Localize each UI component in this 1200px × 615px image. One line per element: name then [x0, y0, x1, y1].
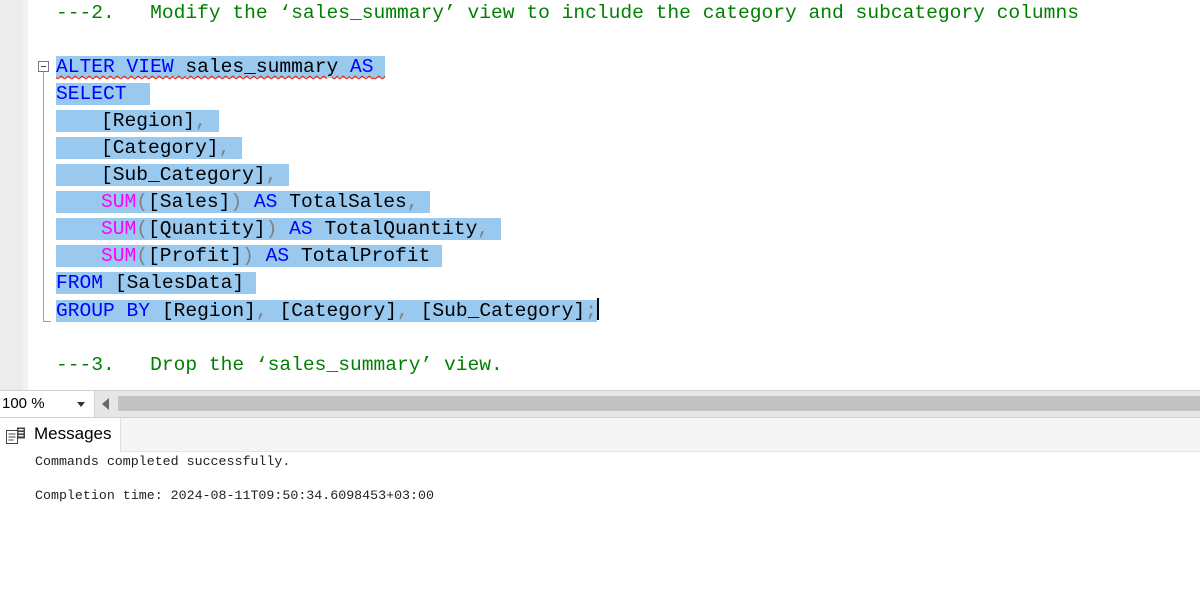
- column-subcategory: [Sub_Category]: [101, 164, 266, 186]
- profit-argument: [Profit]: [148, 245, 243, 267]
- code-line-alter-view: ALTER VIEW sales_summary AS: [56, 55, 386, 80]
- tab-messages[interactable]: Messages: [0, 418, 121, 452]
- collapse-toggle-icon[interactable]: [38, 61, 49, 72]
- chevron-down-icon[interactable]: [77, 402, 85, 407]
- column-region: [Region]: [101, 110, 196, 132]
- code-line-category: [Category],: [56, 136, 243, 161]
- messages-icon: [6, 427, 25, 444]
- table-name: [SalesData]: [114, 272, 245, 294]
- zoom-level: 100 %: [2, 395, 45, 412]
- code-line-sum-sales: SUM([Sales]) AS TotalSales,: [56, 190, 431, 215]
- from-keyword: FROM: [56, 272, 104, 294]
- as-keyword: AS: [349, 56, 374, 78]
- sum-function: SUM: [101, 218, 137, 240]
- horizontal-scrollbar-thumb[interactable]: [118, 396, 1200, 411]
- tab-messages-label: Messages: [34, 424, 112, 443]
- alter-view-keyword: ALTER VIEW: [56, 56, 174, 78]
- quantity-argument: [Quantity]: [148, 218, 266, 240]
- code-line-subcategory: [Sub_Category],: [56, 163, 290, 188]
- code-line-select: SELECT: [56, 82, 151, 107]
- fold-guide-line: [43, 72, 44, 322]
- sum-function: SUM: [101, 191, 137, 213]
- comment-line-3: ---3. Drop the ‘sales_summary’ view.: [56, 354, 503, 376]
- sales-argument: [Sales]: [148, 191, 231, 213]
- group-by-keyword: GROUP BY: [56, 300, 151, 322]
- code-line-group-by: GROUP BY [Region], [Category], [Sub_Cate…: [56, 298, 599, 322]
- fold-guide-end: [43, 321, 51, 322]
- code-line-sum-quantity: SUM([Quantity]) AS TotalQuantity,: [56, 217, 501, 242]
- change-tracking-bar: [23, 0, 28, 390]
- code-line-from: FROM [SalesData]: [56, 271, 256, 296]
- editor-status-strip: 100 %: [0, 390, 1200, 418]
- editor-gutter: [0, 0, 23, 390]
- scroll-left-arrow-icon[interactable]: [102, 398, 109, 410]
- column-category: [Category]: [101, 137, 219, 159]
- code-line-sum-profit: SUM([Profit]) AS TotalProfit: [56, 244, 443, 269]
- completion-time-text: Completion time: 2024-08-11T09:50:34.609…: [35, 488, 434, 503]
- results-tab-bar: Messages: [0, 418, 1200, 452]
- alias-total-profit: TotalProfit: [300, 245, 431, 267]
- sum-function: SUM: [101, 245, 137, 267]
- view-name: sales_summary: [185, 56, 339, 78]
- message-text: Commands completed successfully.: [35, 454, 291, 469]
- select-keyword: SELECT: [56, 83, 127, 105]
- comment-line-2: ---2. Modify the ‘sales_summary’ view to…: [56, 2, 1079, 24]
- zoom-dropdown[interactable]: 100 %: [0, 391, 95, 417]
- results-panel: Messages Commands completed successfully…: [0, 418, 1200, 615]
- code-line-region: [Region],: [56, 109, 219, 134]
- alias-total-quantity: TotalQuantity: [324, 218, 478, 240]
- text-caret: [596, 298, 599, 320]
- query-editor[interactable]: ---2. Modify the ‘sales_summary’ view to…: [0, 0, 1200, 390]
- alias-total-sales: TotalSales: [289, 191, 407, 213]
